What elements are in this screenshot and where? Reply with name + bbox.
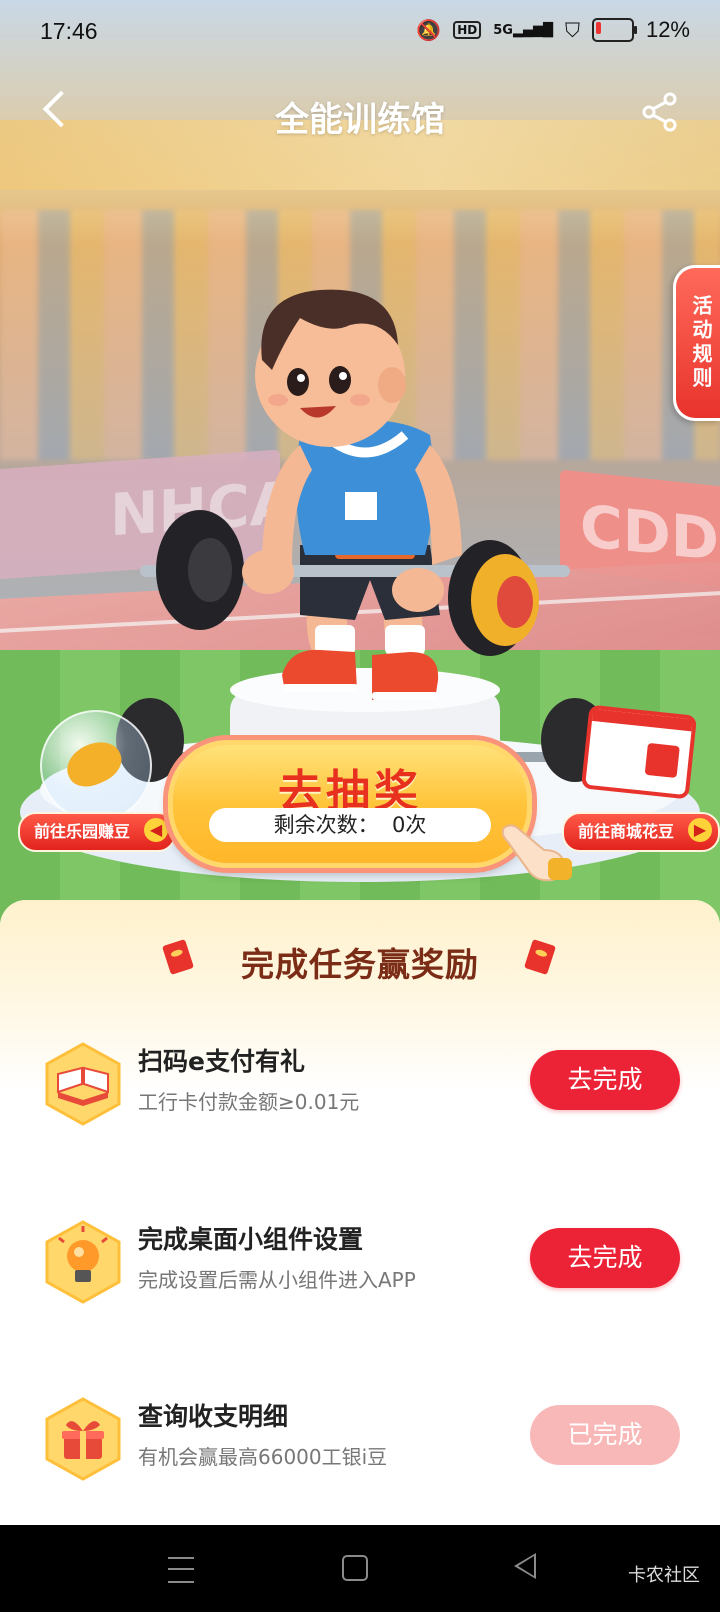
go-draw-lottery-button[interactable]: 去抽奖 剩余次数： 0次 (168, 740, 532, 868)
status-time: 17:46 (40, 18, 98, 44)
book-icon (45, 1042, 121, 1126)
task-subtitle: 完成设置后需从小组件进入APP (138, 1268, 416, 1292)
task-item: 查询收支明细 有机会赢最高66000工银i豆 已完成 (0, 1385, 720, 1485)
battery-icon (591, 18, 637, 42)
task-item: 扫码e支付有礼 工行卡付款金额≥0.01元 去完成 (0, 1030, 720, 1130)
remaining-draws-count: 0次 (391, 813, 427, 837)
arrow-right-icon: ▶ (688, 818, 713, 842)
task-complete-button[interactable]: 去完成 (530, 1228, 680, 1288)
activity-rules-tab[interactable]: 活动规则 (673, 265, 720, 421)
task-subtitle: 工行卡付款金额≥0.01元 (138, 1090, 360, 1114)
banana-bean-bubble-icon[interactable] (40, 710, 152, 822)
system-back-icon[interactable] (514, 1553, 536, 1579)
signal-5g-icon: 5G▂▄▆█ (493, 22, 553, 38)
lightbulb-icon (45, 1220, 121, 1304)
hd-voice-icon: HD (453, 21, 482, 39)
mall-gift-card-icon[interactable] (580, 704, 698, 800)
battery-percent: 12% (645, 17, 690, 42)
mute-bell-icon: 🔕 (416, 18, 442, 42)
vpn-shield-icon: ⛉ (564, 18, 580, 42)
recent-apps-icon[interactable] (168, 1557, 194, 1583)
arrow-left-icon: ◀ (144, 818, 169, 842)
remaining-draws: 剩余次数： 0次 (209, 808, 491, 842)
task-subtitle: 有机会赢最高66000工银i豆 (138, 1445, 388, 1469)
home-icon[interactable] (342, 1555, 368, 1581)
task-title: 扫码e支付有礼 (138, 1047, 305, 1076)
task-title: 完成桌面小组件设置 (138, 1225, 364, 1254)
task-complete-button[interactable]: 去完成 (530, 1050, 680, 1110)
go-to-mall-spend-beans-button[interactable]: 前往商城花豆 ▶ (562, 812, 720, 852)
tasks-panel-title: 完成任务赢奖励 (241, 945, 479, 984)
system-nav-bar: 卡农社区 (0, 1525, 720, 1612)
pointing-hand-icon (501, 824, 572, 882)
task-title: 查询收支明细 (138, 1402, 289, 1431)
status-icons: 🔕 HD 5G▂▄▆█ ⛉ 12% (416, 17, 690, 43)
watermark: 卡农社区 (628, 1565, 700, 1586)
share-button[interactable] (640, 90, 680, 134)
status-bar: 17:46 🔕 HD 5G▂▄▆█ ⛉ 12% (0, 0, 720, 64)
go-to-park-earn-beans-button[interactable]: 前往乐园赚豆 ◀ (18, 812, 177, 852)
top-nav: 全能训练馆 (0, 78, 720, 148)
task-item: 完成桌面小组件设置 完成设置后需从小组件进入APP 去完成 (0, 1208, 720, 1308)
share-icon (642, 92, 677, 132)
gift-icon (45, 1397, 121, 1481)
page-title: 全能训练馆 (275, 100, 445, 140)
task-completed-button[interactable]: 已完成 (530, 1405, 680, 1465)
